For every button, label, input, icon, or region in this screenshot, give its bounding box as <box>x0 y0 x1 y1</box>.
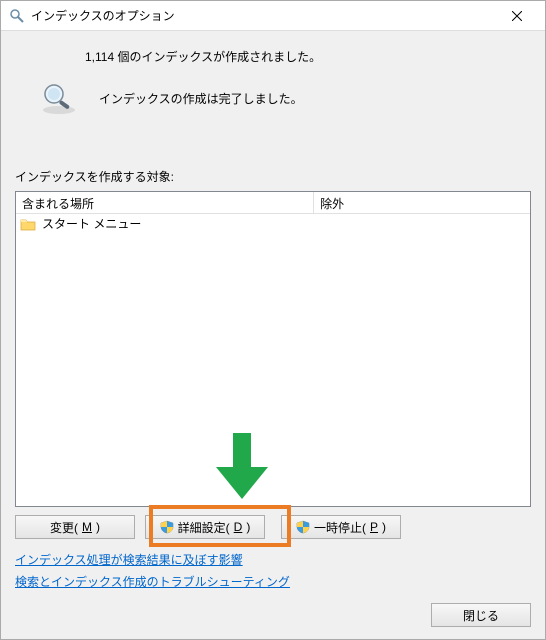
list-item-label: スタート メニュー <box>42 215 141 232</box>
folder-icon <box>20 216 36 232</box>
content-area: 1,114 個のインデックスが作成されました。 インデックスの作成は完了しました… <box>1 31 545 639</box>
target-section-label: インデックスを作成する対象: <box>15 168 531 185</box>
list-body: スタート メニュー <box>16 214 530 506</box>
status-completion-text: インデックスの作成は完了しました。 <box>99 90 303 107</box>
shield-icon <box>296 520 310 534</box>
list-item[interactable]: スタート メニュー <box>16 214 530 234</box>
app-icon <box>9 8 25 24</box>
buttons-row: 変更(M) 詳細設定(D) <box>15 507 531 539</box>
link-affect-results[interactable]: インデックス処理が検索結果に及ぼす影響 <box>15 553 243 567</box>
dialog-window: インデックスのオプション 1,114 個のインデックスが作成されました。 インデ… <box>0 0 546 640</box>
pause-button[interactable]: 一時停止(P) <box>281 515 401 539</box>
titlebar: インデックスのオプション <box>1 1 545 31</box>
window-close-button[interactable] <box>497 2 537 30</box>
shield-icon <box>160 520 174 534</box>
locations-list[interactable]: 含まれる場所 除外 スタート メニュー <box>15 191 531 507</box>
advanced-button[interactable]: 詳細設定(D) <box>145 515 265 539</box>
window-title: インデックスのオプション <box>31 7 497 24</box>
change-button[interactable]: 変更(M) <box>15 515 135 539</box>
close-button[interactable]: 閉じる <box>431 603 531 627</box>
magnifier-icon <box>37 82 81 116</box>
list-header: 含まれる場所 除外 <box>16 192 530 214</box>
links-area: インデックス処理が検索結果に及ぼす影響 検索とインデックス作成のトラブルシューテ… <box>15 539 531 593</box>
status-count-row: 1,114 個のインデックスが作成されました。 <box>15 45 531 66</box>
link-troubleshooting[interactable]: 検索とインデックス作成のトラブルシューティング <box>15 575 290 589</box>
column-included[interactable]: 含まれる場所 <box>16 192 314 213</box>
column-excluded[interactable]: 除外 <box>314 192 530 213</box>
footer: 閉じる <box>15 593 531 627</box>
status-count-text: 1,114 個のインデックスが作成されました。 <box>85 49 321 66</box>
status-completion-row: インデックスの作成は完了しました。 <box>15 66 531 116</box>
annotation-arrow-icon <box>216 433 268 502</box>
